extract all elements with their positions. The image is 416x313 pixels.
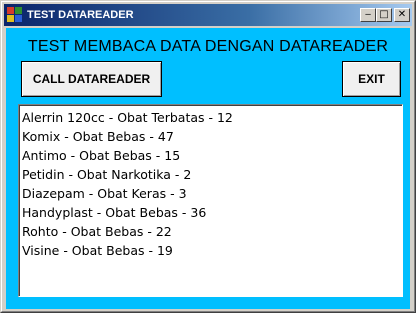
app-window: TEST DATAREADER ‒ □ ✕ TEST MEMBACA DATA …	[0, 0, 416, 313]
list-item[interactable]: Handyplast - Obat Bebas - 36	[22, 203, 233, 222]
form-client-area: TEST MEMBACA DATA DENGAN DATAREADER CALL…	[6, 28, 410, 309]
list-item[interactable]: Visine - Obat Bebas - 19	[22, 241, 233, 260]
list-item[interactable]: Diazepam - Obat Keras - 3	[22, 184, 233, 203]
title-bar[interactable]: TEST DATAREADER ‒ □ ✕	[4, 4, 412, 26]
minimize-button[interactable]: ‒	[360, 8, 376, 22]
list-item[interactable]: Komix - Obat Bebas - 47	[22, 127, 233, 146]
close-icon: ✕	[397, 9, 407, 20]
exit-button[interactable]: EXIT	[342, 61, 401, 97]
maximize-icon: □	[379, 9, 389, 20]
close-button[interactable]: ✕	[394, 8, 410, 22]
data-listbox[interactable]: Alerrin 120cc - Obat Terbatas - 12 Komix…	[18, 104, 403, 297]
maximize-button[interactable]: □	[376, 8, 392, 22]
window-frame: TEST DATAREADER ‒ □ ✕ TEST MEMBACA DATA …	[1, 1, 415, 312]
list-item[interactable]: Rohto - Obat Bebas - 22	[22, 222, 233, 241]
window-title: TEST DATAREADER	[27, 9, 134, 21]
minimize-icon: ‒	[364, 9, 372, 20]
list-items: Alerrin 120cc - Obat Terbatas - 12 Komix…	[22, 108, 233, 260]
list-item[interactable]: Antimo - Obat Bebas - 15	[22, 146, 233, 165]
page-title: TEST MEMBACA DATA DENGAN DATAREADER	[27, 38, 389, 55]
app-icon[interactable]	[7, 7, 23, 23]
list-item[interactable]: Alerrin 120cc - Obat Terbatas - 12	[22, 108, 233, 127]
call-datareader-button[interactable]: CALL DATAREADER	[21, 61, 162, 97]
list-item[interactable]: Petidin - Obat Narkotika - 2	[22, 165, 233, 184]
